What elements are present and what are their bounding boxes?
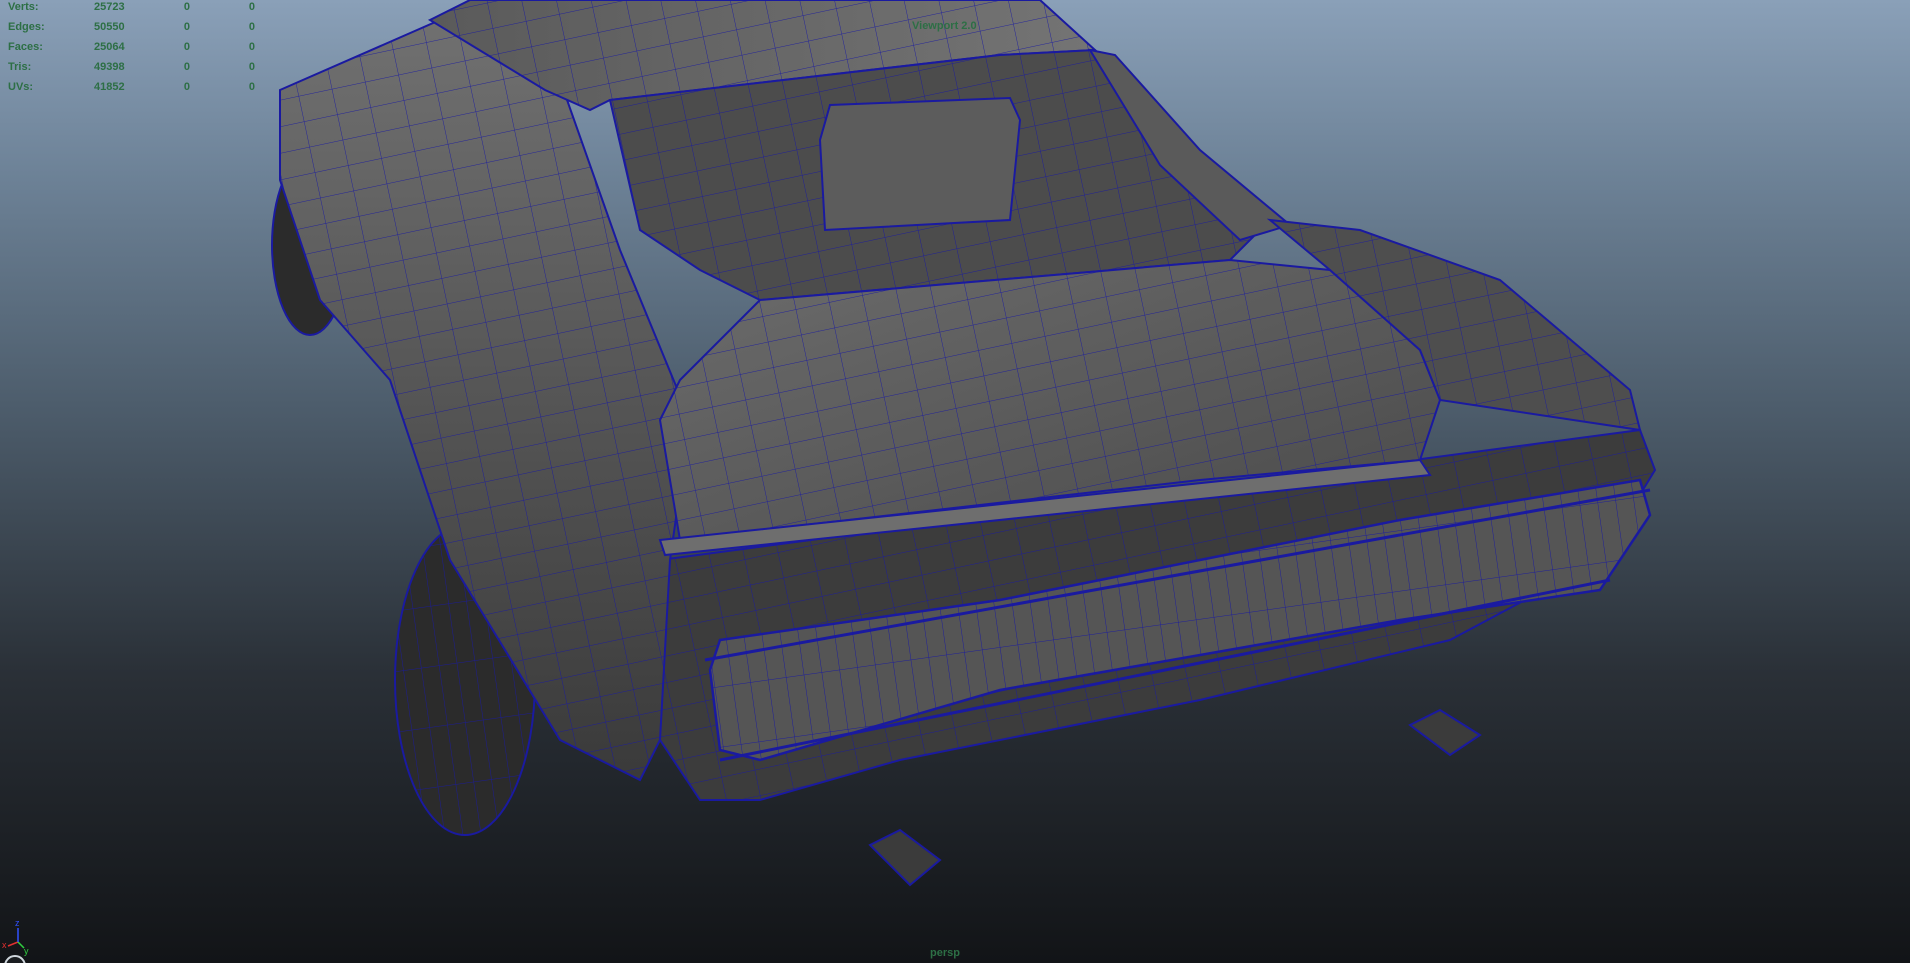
hud-label: Verts: — [8, 1, 39, 13]
axis-y-label: y — [24, 946, 29, 956]
hud-value: 0 — [248, 41, 255, 53]
hud-value: 0 — [183, 41, 190, 53]
hud-row-uvs: UVs: 41852 0 0 — [0, 81, 270, 97]
hud-value: 0 — [183, 61, 190, 73]
hud-value: 0 — [183, 21, 190, 33]
3d-viewport[interactable]: Verts: 25723 0 0 Edges: 50550 0 0 Faces:… — [0, 0, 1910, 963]
hud-value: 0 — [248, 21, 255, 33]
axis-x-label: x — [2, 940, 7, 950]
hud-label: UVs: — [8, 81, 34, 93]
hud-row-faces: Faces: 25064 0 0 — [0, 41, 270, 57]
hud-value: 25064 — [94, 41, 125, 53]
hud-label: Edges: — [8, 21, 45, 33]
hud-value: 41852 — [94, 81, 125, 93]
hud-value: 0 — [183, 1, 190, 13]
hud-value: 50550 — [94, 21, 125, 33]
hud-row-edges: Edges: 50550 0 0 — [0, 21, 270, 37]
camera-name-label[interactable]: persp — [930, 947, 960, 959]
hud-value: 0 — [248, 61, 255, 73]
axis-gizmo-icon: x y z — [2, 918, 29, 956]
car-model-wireframe[interactable] — [0, 0, 1910, 963]
viewport-renderer-label: Viewport 2.0 — [912, 20, 977, 32]
hud-value: 0 — [248, 1, 255, 13]
hud-row-tris: Tris: 49398 0 0 — [0, 61, 270, 77]
hud-value: 0 — [183, 81, 190, 93]
hud-value: 49398 — [94, 61, 125, 73]
hud-label: Faces: — [8, 41, 43, 53]
axis-z-label: z — [15, 918, 20, 928]
car-seat — [818, 96, 1022, 232]
hud-row-verts: Verts: 25723 0 0 — [0, 1, 270, 17]
hud-label: Tris: — [8, 61, 32, 73]
hud-value: 0 — [248, 81, 255, 93]
hud-value: 25723 — [94, 1, 125, 13]
